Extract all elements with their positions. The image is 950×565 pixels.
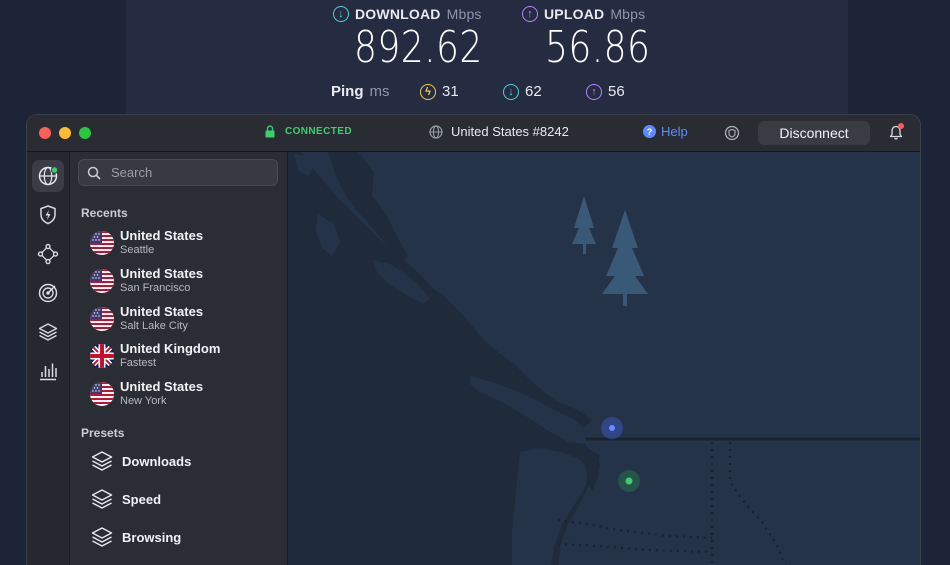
- threat-protection-icon[interactable]: [724, 125, 740, 141]
- ping-download-icon: ↓: [503, 83, 519, 100]
- preset-label: Downloads: [122, 453, 192, 469]
- layers-icon: [91, 451, 113, 471]
- lock-icon: [265, 125, 275, 138]
- help-icon: ?: [643, 125, 656, 138]
- ping-upload: ↑ 56: [586, 83, 625, 100]
- download-arrow-icon: ↓: [333, 6, 349, 22]
- connection-status: CONNECTED: [265, 125, 352, 138]
- preset-label: Browsing: [122, 529, 182, 545]
- recent-item[interactable]: United States San Francisco: [90, 267, 203, 295]
- server-map[interactable]: [288, 152, 920, 565]
- navigation-rail: [27, 152, 70, 565]
- search-input[interactable]: [109, 164, 273, 181]
- server-pin-vancouver[interactable]: [601, 417, 623, 439]
- upload-value: 56.86: [545, 22, 651, 73]
- download-unit: Mbps: [446, 6, 482, 22]
- ping-download: ↓ 62: [503, 83, 542, 100]
- recent-item[interactable]: United States Seattle: [90, 229, 203, 257]
- us-flag-icon: [90, 382, 114, 406]
- ping-label: Ping: [331, 83, 364, 100]
- help-label: Help: [661, 124, 688, 139]
- meshnet-icon: [37, 243, 59, 265]
- recent-country: United States: [120, 304, 204, 319]
- rail-globe-button[interactable]: [32, 160, 64, 192]
- upload-label: UPLOAD: [544, 6, 605, 22]
- target-icon: [38, 283, 58, 303]
- server-sidebar: Recents United States Seattle United Sta…: [70, 152, 288, 565]
- recent-city: Seattle: [120, 244, 155, 256]
- download-label: DOWNLOAD: [355, 6, 441, 22]
- recent-item[interactable]: United States Salt Lake City: [90, 305, 203, 333]
- recent-item[interactable]: United Kingdom Fastest: [90, 342, 220, 370]
- shield-bolt-icon: [40, 205, 56, 225]
- rail-threat-protection-button[interactable]: [32, 199, 64, 231]
- recent-country: United States: [120, 266, 204, 281]
- preset-downloads[interactable]: Downloads: [90, 449, 191, 473]
- close-window-button[interactable]: [39, 127, 51, 139]
- us-flag-icon: [90, 231, 114, 255]
- rail-specialty-servers-button[interactable]: [32, 316, 64, 348]
- recent-item[interactable]: United States New York: [90, 380, 203, 408]
- presets-title: Presets: [81, 426, 125, 440]
- recent-country: United States: [120, 379, 204, 394]
- ping-idle: ϟ 31: [420, 83, 459, 100]
- search-icon: [87, 166, 101, 180]
- ping-upload-icon: ↑: [586, 83, 602, 100]
- help-link[interactable]: ? Help: [643, 124, 688, 139]
- recent-country: United Kingdom: [120, 341, 221, 356]
- layers-icon: [91, 489, 113, 509]
- layers-icon: [38, 323, 58, 341]
- preset-speed[interactable]: Speed: [90, 487, 161, 511]
- current-server[interactable]: United States #8242: [429, 124, 569, 139]
- ping-bolt-icon: ϟ: [420, 83, 436, 100]
- recent-country: United States: [120, 228, 204, 243]
- globe-icon: [429, 124, 443, 139]
- ping-unit: ms: [369, 83, 390, 100]
- layers-icon: [91, 527, 113, 547]
- rail-meshnet-button[interactable]: [32, 238, 64, 270]
- uk-flag-icon: [90, 344, 114, 368]
- speed-test-panel: ↓ DOWNLOAD Mbps 892.62 ↑ UPLOAD Mbps 56.…: [126, 0, 848, 118]
- recent-city: Salt Lake City: [120, 320, 188, 332]
- download-metric-label: ↓ DOWNLOAD Mbps: [333, 6, 482, 22]
- recent-city: New York: [120, 395, 167, 407]
- server-name: United States #8242: [451, 124, 569, 139]
- download-value: 892.62: [354, 22, 483, 73]
- rail-dark-web-monitor-button[interactable]: [32, 277, 64, 309]
- notification-badge: [898, 123, 904, 129]
- upload-unit: Mbps: [610, 6, 646, 22]
- minimize-window-button[interactable]: [59, 127, 71, 139]
- us-flag-icon: [90, 269, 114, 293]
- zoom-window-button[interactable]: [79, 127, 91, 139]
- upload-metric-label: ↑ UPLOAD Mbps: [522, 6, 645, 22]
- recent-city: San Francisco: [120, 282, 191, 294]
- globe-icon: [38, 166, 59, 186]
- connection-status-label: CONNECTED: [285, 126, 352, 137]
- ping-label-group: Ping ms: [331, 83, 390, 100]
- rail-statistics-button[interactable]: [32, 355, 64, 387]
- recents-title: Recents: [81, 206, 128, 220]
- server-pin-seattle-connected[interactable]: [618, 470, 640, 492]
- recent-city: Fastest: [120, 357, 157, 369]
- ping-upload-value: 56: [608, 83, 625, 100]
- search-box[interactable]: [78, 159, 278, 186]
- title-bar: CONNECTED United States #8242 ? Help Dis…: [27, 115, 920, 152]
- vpn-app-window: CONNECTED United States #8242 ? Help Dis…: [27, 115, 920, 565]
- disconnect-button[interactable]: Disconnect: [758, 121, 870, 145]
- us-flag-icon: [90, 307, 114, 331]
- stats-icon: [40, 363, 57, 381]
- preset-label: Speed: [122, 491, 162, 507]
- upload-arrow-icon: ↑: [522, 6, 538, 22]
- map-canvas: [288, 152, 920, 565]
- ping-download-value: 62: [525, 83, 542, 100]
- ping-idle-value: 31: [442, 83, 459, 100]
- preset-browsing[interactable]: Browsing: [90, 525, 181, 549]
